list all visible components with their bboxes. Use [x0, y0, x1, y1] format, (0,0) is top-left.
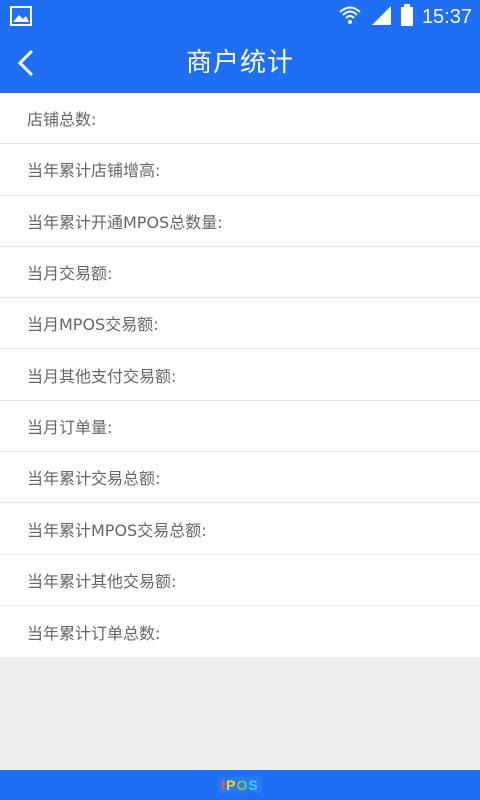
stat-row-year-mpos-volume: 当年累计MPOS交易总额:	[0, 503, 480, 555]
stat-label: 当月其他支付交易额:	[27, 366, 177, 386]
stat-row-month-other-payment: 当月其他支付交易额:	[0, 349, 480, 401]
gallery-notification-icon	[10, 6, 32, 26]
wifi-icon	[338, 4, 362, 30]
stat-row-month-volume: 当月交易额:	[0, 247, 480, 299]
stat-row-store-total: 店铺总数:	[0, 93, 480, 145]
stat-row-year-mpos-opened: 当年累计开通MPOS总数量:	[0, 196, 480, 247]
stat-row-month-orders: 当月订单量:	[0, 401, 480, 453]
stat-label: 当年累计交易总额:	[27, 469, 161, 489]
merchant-stats-list: 店铺总数: 当年累计店铺增高: 当年累计开通MPOS总数量: 当月交易额: 当月…	[0, 93, 480, 658]
clock: 15:37	[421, 6, 472, 28]
status-icons: 15:37	[338, 4, 472, 30]
page-title: 商户统计	[185, 48, 294, 78]
stat-label: 当年累计其他交易额:	[27, 571, 177, 591]
stat-label: 当月订单量:	[27, 417, 113, 437]
stat-row-year-other-volume: 当年累计其他交易额:	[0, 555, 480, 606]
footer-bar: IPOS	[0, 770, 480, 800]
stat-label: 当月MPOS交易额:	[27, 315, 159, 335]
status-bar: 15:37	[0, 0, 480, 33]
stat-label: 当月交易额:	[27, 264, 113, 284]
stat-label: 店铺总数:	[27, 110, 97, 130]
stat-label: 当年累计MPOS交易总额:	[27, 520, 207, 540]
stat-label: 当年累计订单总数:	[27, 623, 161, 643]
app-header: 商户统计	[0, 33, 480, 93]
battery-icon	[400, 4, 414, 30]
stat-label: 当年累计店铺增高:	[27, 161, 161, 181]
ipos-logo: IPOS	[218, 777, 262, 793]
stat-row-month-mpos-volume: 当月MPOS交易额:	[0, 298, 480, 350]
stat-label: 当年累计开通MPOS总数量:	[27, 212, 223, 232]
stat-row-year-orders: 当年累计订单总数:	[0, 606, 480, 657]
stat-row-year-store-growth: 当年累计店铺增高:	[0, 144, 480, 196]
stat-row-year-total-volume: 当年累计交易总额:	[0, 452, 480, 504]
signal-icon	[370, 4, 392, 30]
